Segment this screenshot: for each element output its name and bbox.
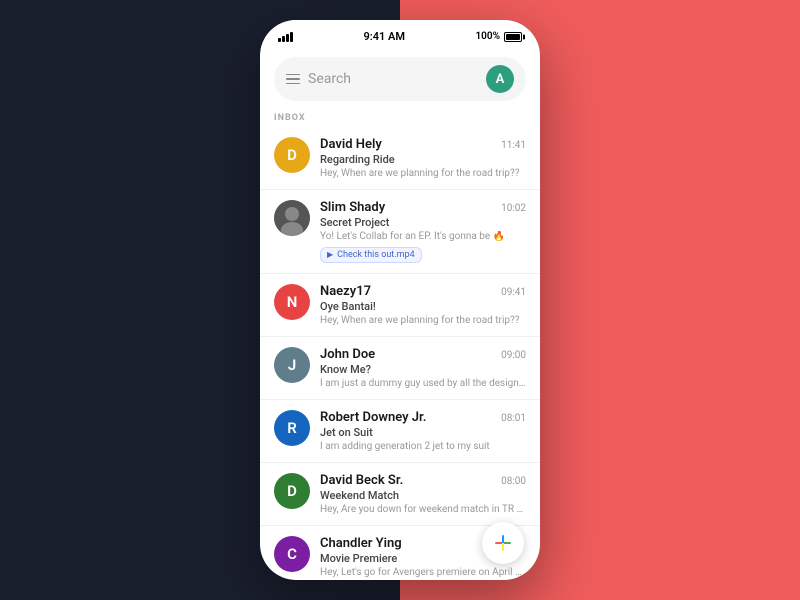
search-input[interactable]: Search — [308, 71, 478, 87]
phone-frame: 9:41 AM 100% Search A INBOX D David Hely — [260, 20, 540, 580]
message-preview: Hey, Let's go for Avengers premiere on A… — [320, 567, 526, 578]
sender-name: Naezy17 — [320, 284, 371, 299]
message-subject: Jet on Suit — [320, 426, 526, 439]
message-subject: Oye Bantai! — [320, 300, 526, 313]
inbox-label: INBOX — [260, 107, 540, 127]
avatar: D — [274, 473, 310, 509]
avatar: R — [274, 410, 310, 446]
message-subject: Know Me? — [320, 363, 526, 376]
message-content: John Doe 09:00 Know Me? I am just a dumm… — [320, 347, 526, 389]
attachment-name: Check this out.mp4 — [337, 250, 414, 260]
battery-percentage: 100% — [475, 31, 500, 42]
list-item[interactable]: J John Doe 09:00 Know Me? I am just a du… — [260, 337, 540, 400]
attachment-icon: ▶ — [327, 250, 333, 259]
message-preview: Hey, Are you down for weekend match in T… — [320, 504, 526, 515]
avatar: D — [274, 137, 310, 173]
attachment-chip: ▶ Check this out.mp4 — [320, 247, 422, 263]
sender-name: Slim Shady — [320, 200, 385, 215]
message-time: 09:00 — [501, 350, 526, 361]
sender-name: Robert Downey Jr. — [320, 410, 426, 425]
message-time: 08:00 — [501, 476, 526, 487]
avatar: N — [274, 284, 310, 320]
battery-icon — [504, 32, 522, 42]
message-list: D David Hely 11:41 Regarding Ride Hey, W… — [260, 127, 540, 580]
list-item[interactable]: R Robert Downey Jr. 08:01 Jet on Suit I … — [260, 400, 540, 463]
message-time: 11:41 — [501, 140, 526, 151]
hamburger-icon[interactable] — [286, 74, 300, 85]
compose-button[interactable] — [482, 522, 524, 564]
message-time: 10:02 — [501, 203, 526, 214]
avatar: C — [274, 536, 310, 572]
sender-name: David Hely — [320, 137, 382, 152]
message-subject: Regarding Ride — [320, 153, 526, 166]
list-item[interactable]: Slim Shady 10:02 Secret Project Yo! Let'… — [260, 190, 540, 274]
message-preview: Hey, When are we planning for the road t… — [320, 168, 526, 179]
list-item[interactable]: N Naezy17 09:41 Oye Bantai! Hey, When ar… — [260, 274, 540, 337]
list-item[interactable]: D David Beck Sr. 08:00 Weekend Match Hey… — [260, 463, 540, 526]
message-preview: Hey, When are we planning for the road t… — [320, 315, 526, 326]
message-content: Slim Shady 10:02 Secret Project Yo! Let'… — [320, 200, 526, 263]
search-bar[interactable]: Search A — [274, 57, 526, 101]
message-subject: Weekend Match — [320, 489, 526, 502]
status-right: 100% — [475, 31, 522, 42]
message-content: Naezy17 09:41 Oye Bantai! Hey, When are … — [320, 284, 526, 326]
avatar: J — [274, 347, 310, 383]
message-preview: I am adding generation 2 jet to my suit — [320, 441, 526, 452]
plus-icon — [493, 533, 513, 553]
avatar — [274, 200, 310, 236]
list-item[interactable]: D David Hely 11:41 Regarding Ride Hey, W… — [260, 127, 540, 190]
status-bar: 9:41 AM 100% — [260, 20, 540, 49]
sender-name: Chandler Ying — [320, 536, 402, 551]
message-preview: Yo! Let's Collab for an EP. It's gonna b… — [320, 231, 526, 242]
message-content: Robert Downey Jr. 08:01 Jet on Suit I am… — [320, 410, 526, 452]
status-time: 9:41 AM — [363, 30, 405, 43]
user-avatar[interactable]: A — [486, 65, 514, 93]
message-content: David Hely 11:41 Regarding Ride Hey, Whe… — [320, 137, 526, 179]
message-time: 09:41 — [501, 287, 526, 298]
message-preview: I am just a dummy guy used by all the de… — [320, 378, 526, 389]
message-subject: Secret Project — [320, 216, 526, 229]
signal-icon — [278, 32, 293, 42]
message-content: David Beck Sr. 08:00 Weekend Match Hey, … — [320, 473, 526, 515]
sender-name: David Beck Sr. — [320, 473, 403, 488]
sender-name: John Doe — [320, 347, 375, 362]
message-time: 08:01 — [501, 413, 526, 424]
